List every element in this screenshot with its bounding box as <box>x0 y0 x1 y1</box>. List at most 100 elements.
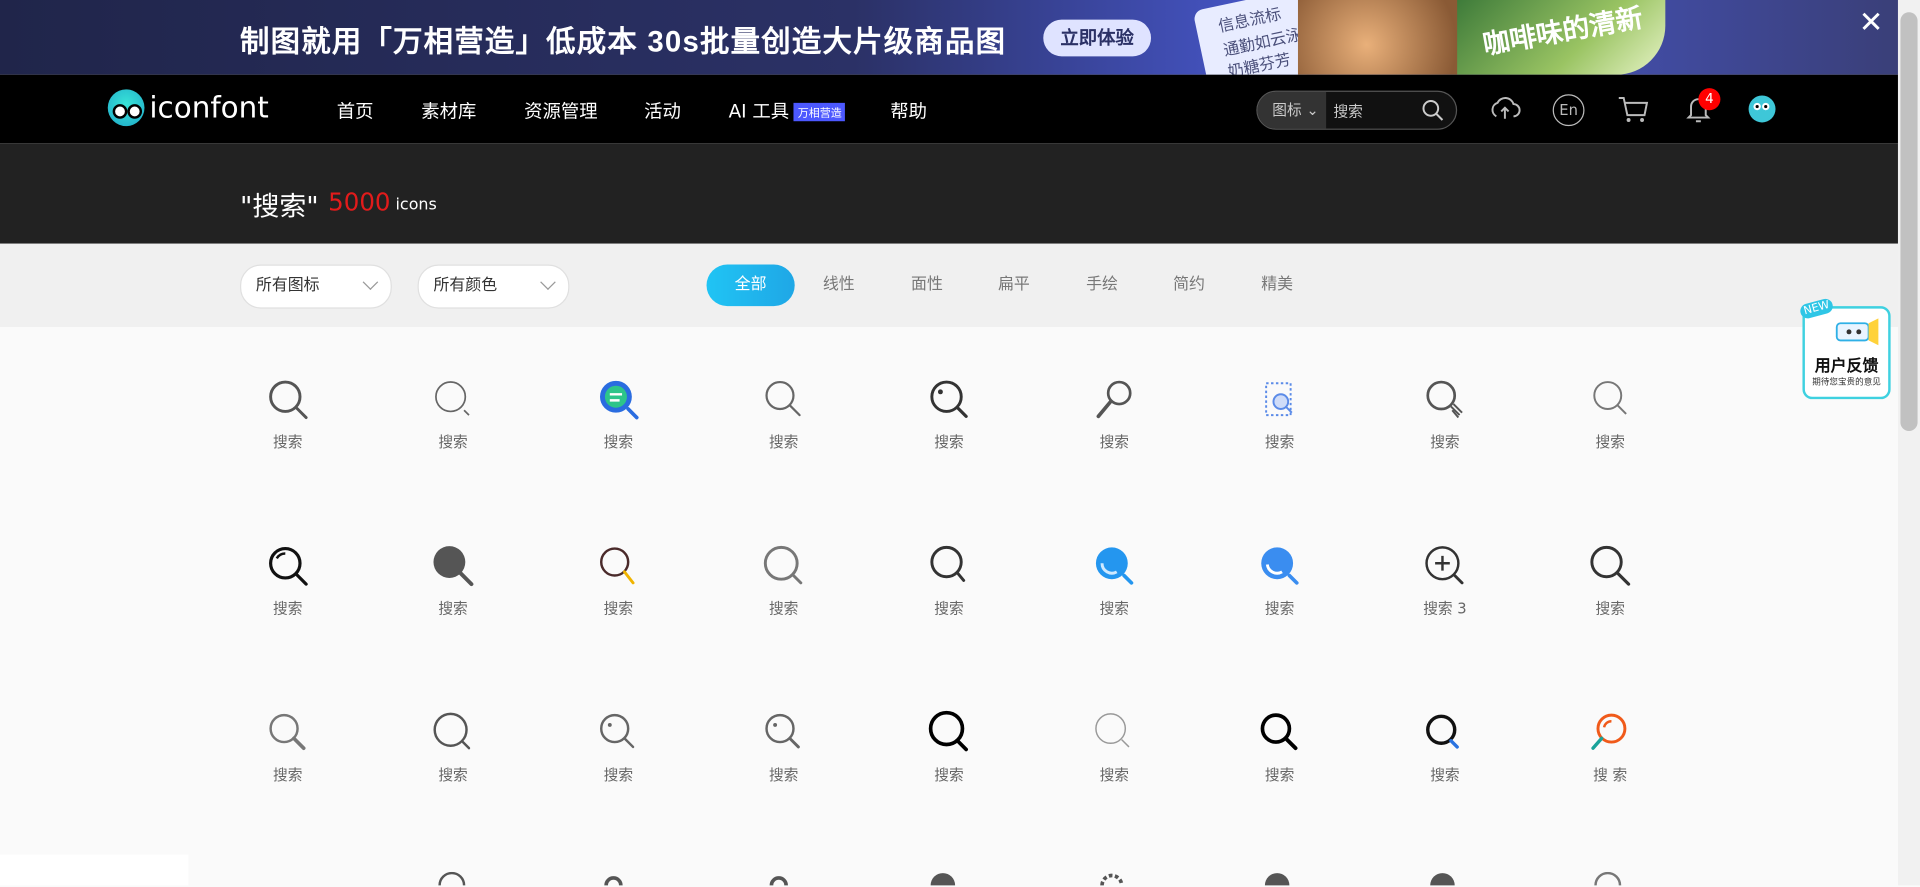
icon-label: 搜索 <box>603 766 634 784</box>
search-icon <box>435 381 470 416</box>
nav-item-resources[interactable]: 资源管理 <box>524 98 597 124</box>
icon-card[interactable]: 搜索 <box>876 710 1023 785</box>
icon-card[interactable]: 搜索 <box>1206 544 1353 619</box>
icon-card[interactable]: 搜索 <box>1041 544 1188 619</box>
promo-banner[interactable]: 制图就用「万相营造」低成本 30s批量创造大片级商品图 立即体验 信息流标 通勤… <box>0 0 1898 75</box>
search-query-title: "搜索" <box>240 192 319 223</box>
scrollbar-thumb[interactable] <box>1900 12 1918 432</box>
tab-flat[interactable]: 扁平 <box>998 264 1030 306</box>
icon-card[interactable]: 搜 索 <box>1537 710 1684 785</box>
icon-label: 搜索 <box>934 600 964 618</box>
icon-label: 搜索 <box>1595 433 1625 451</box>
tab-all[interactable]: 全部 <box>706 264 795 307</box>
icon-card[interactable]: 搜索 <box>876 544 1023 619</box>
icon-card[interactable]: 搜索 <box>710 544 857 619</box>
bottom-left-panel <box>0 854 189 886</box>
icon-card[interactable]: 搜索 3 <box>1371 544 1518 619</box>
feedback-widget[interactable]: NEW 用户反馈 期待您宝贵的意见 <box>1798 297 1891 400</box>
close-icon[interactable]: ✕ <box>1859 5 1884 39</box>
icon-card[interactable]: 搜索 <box>1371 377 1518 452</box>
icon-card[interactable]: 搜索 <box>214 544 361 619</box>
search-input[interactable] <box>1331 96 1422 127</box>
upload-cloud-icon[interactable] <box>1488 92 1522 126</box>
nav-item-ai-tools[interactable]: AI 工具 万相营造 <box>729 98 846 124</box>
icon-card[interactable]: 搜索 <box>545 710 692 785</box>
icon-card[interactable]: 搜索 <box>545 377 692 452</box>
icon-label: 搜索 <box>1099 433 1129 451</box>
result-count: 5000 <box>328 187 391 217</box>
logo[interactable]: iconfont <box>107 89 269 127</box>
chevron-down-icon <box>540 274 556 291</box>
icon-card[interactable]: 搜索 <box>1537 544 1684 619</box>
search-icon <box>763 545 803 585</box>
search-icon <box>930 380 968 418</box>
icon-label: 搜索 <box>603 433 634 451</box>
search-icon <box>928 710 968 752</box>
icon-label: 搜索 <box>603 600 634 618</box>
icon-label: 搜索 3 <box>1423 600 1467 618</box>
icon-label: 搜索 <box>1430 766 1460 784</box>
tab-linear[interactable]: 线性 <box>823 264 855 306</box>
icon-label: 搜索 <box>438 433 468 451</box>
icon-card[interactable]: 搜索 <box>380 710 527 785</box>
icon-card[interactable]: 搜索 <box>710 377 857 452</box>
partial-icon-row <box>438 871 1622 886</box>
icon-label: 搜索 <box>1595 600 1625 618</box>
icon-card[interactable]: 搜索 <box>214 710 361 785</box>
icon-label: 搜索 <box>273 600 303 618</box>
icon-label: 搜索 <box>1264 433 1295 451</box>
result-unit: icons <box>395 195 437 215</box>
icon-card[interactable]: 搜索 <box>876 377 1023 452</box>
icon-card[interactable]: 搜索 <box>1537 377 1684 452</box>
icon-label: 搜索 <box>768 433 799 451</box>
icon-card[interactable]: 搜索 <box>214 377 361 452</box>
tab-simple[interactable]: 简约 <box>1173 264 1205 306</box>
language-toggle[interactable]: En <box>1552 94 1585 127</box>
avatar[interactable] <box>1745 92 1779 126</box>
icon-card[interactable]: 搜索 <box>380 377 527 452</box>
icon-card[interactable]: 搜索 <box>1206 377 1353 452</box>
icon-card[interactable]: 搜索 <box>1041 710 1188 785</box>
tab-handdrawn[interactable]: 手绘 <box>1086 264 1118 306</box>
icon-label: 搜索 <box>1430 433 1460 451</box>
search-icon <box>930 545 966 582</box>
search-type-label: 图标 <box>1272 101 1302 119</box>
icon-card[interactable]: 搜索 <box>710 710 857 785</box>
tab-exquisite[interactable]: 精美 <box>1261 264 1293 306</box>
search-type-select[interactable]: 图标 ⌄ <box>1257 91 1327 129</box>
color-select[interactable]: 所有颜色 <box>417 264 570 309</box>
search-zoom-in-icon <box>1425 546 1464 585</box>
icon-label: 搜索 <box>934 433 964 451</box>
ai-badge: 万相营造 <box>794 102 846 122</box>
icon-type-select[interactable]: 所有图标 <box>240 264 392 309</box>
icon-card[interactable]: 搜索 <box>380 544 527 619</box>
nav-item-library[interactable]: 素材库 <box>421 98 476 124</box>
icon-card[interactable]: 搜索 <box>1041 377 1188 452</box>
cart-icon[interactable] <box>1616 92 1650 126</box>
icon-label: 搜索 <box>1264 766 1295 784</box>
nav-item-activity[interactable]: 活动 <box>644 98 681 124</box>
icon-label: 搜索 <box>1099 600 1129 618</box>
search-icon <box>1095 713 1130 748</box>
result-header: "搜索" 5000 icons <box>0 143 1898 244</box>
search-icon[interactable] <box>1422 99 1444 121</box>
tab-filled[interactable]: 面性 <box>911 264 943 306</box>
feedback-subtitle: 期待您宝贵的意见 <box>1812 377 1881 387</box>
search-icon <box>600 713 635 749</box>
icon-card[interactable]: 搜索 <box>1206 710 1353 785</box>
icon-card[interactable]: 搜索 <box>1371 710 1518 785</box>
banner-leaf-image: 咖啡味的清新 <box>1457 0 1666 75</box>
search-icon <box>1095 547 1134 585</box>
search-icon <box>600 547 635 585</box>
nav-item-help[interactable]: 帮助 <box>890 98 927 124</box>
search-icon <box>1265 382 1293 417</box>
banner-cta-button[interactable]: 立即体验 <box>1043 19 1152 57</box>
feedback-title: 用户反馈 <box>1814 357 1879 376</box>
top-nav: iconfont 首页 素材库 资源管理 活动 AI 工具 万相营造 帮助 图标 … <box>0 74 1898 144</box>
banner-leaf-text: 咖啡味的清新 <box>1480 3 1646 62</box>
search-icon <box>600 380 639 420</box>
nav-item-home[interactable]: 首页 <box>337 98 374 124</box>
search-icon <box>269 380 308 420</box>
icon-label: 搜索 <box>273 433 303 451</box>
icon-card[interactable]: 搜索 <box>545 544 692 619</box>
